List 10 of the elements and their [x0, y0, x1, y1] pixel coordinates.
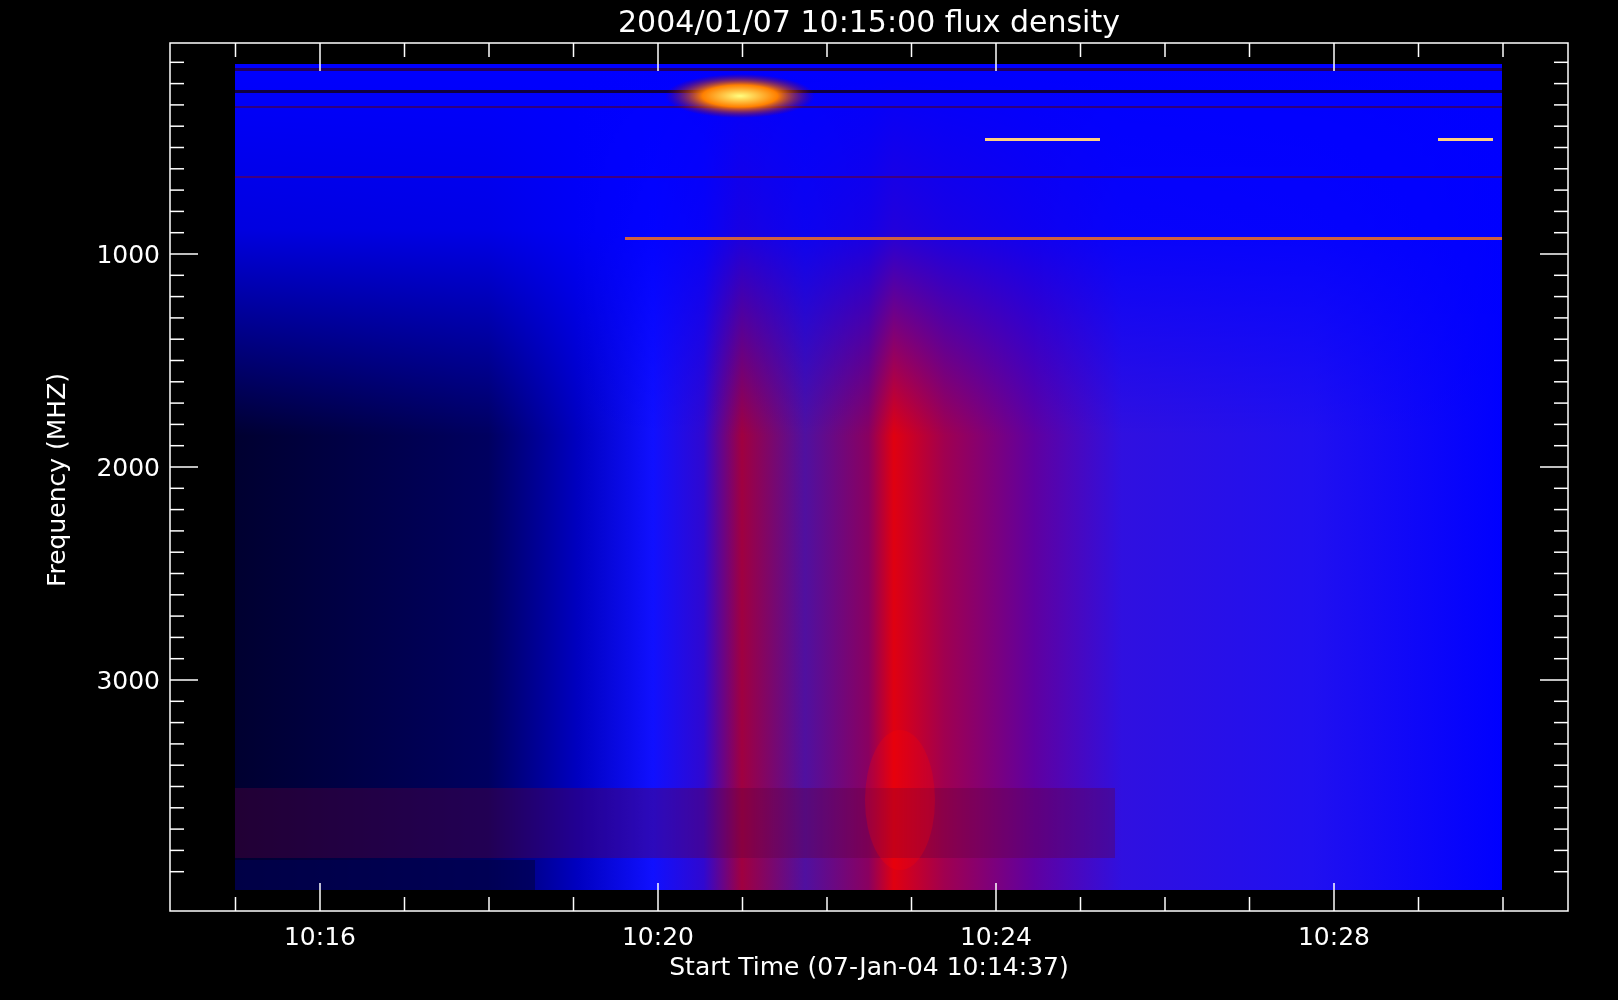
tick-label: 10:24 — [960, 922, 1032, 951]
tick-label: 3000 — [96, 666, 160, 695]
tick-label: 2000 — [96, 453, 160, 482]
tick-label: 10:20 — [622, 922, 694, 951]
tick-label: 10:28 — [1298, 922, 1370, 951]
tick-label: 1000 — [96, 240, 160, 269]
tick-label: 10:16 — [284, 922, 356, 951]
axis-label: Start Time (07-Jan-04 10:14:37) — [669, 952, 1069, 981]
plot-title: 2004/01/07 10:15:00 flux density — [618, 4, 1120, 39]
axis-label: Frequency (MHZ) — [42, 372, 71, 588]
